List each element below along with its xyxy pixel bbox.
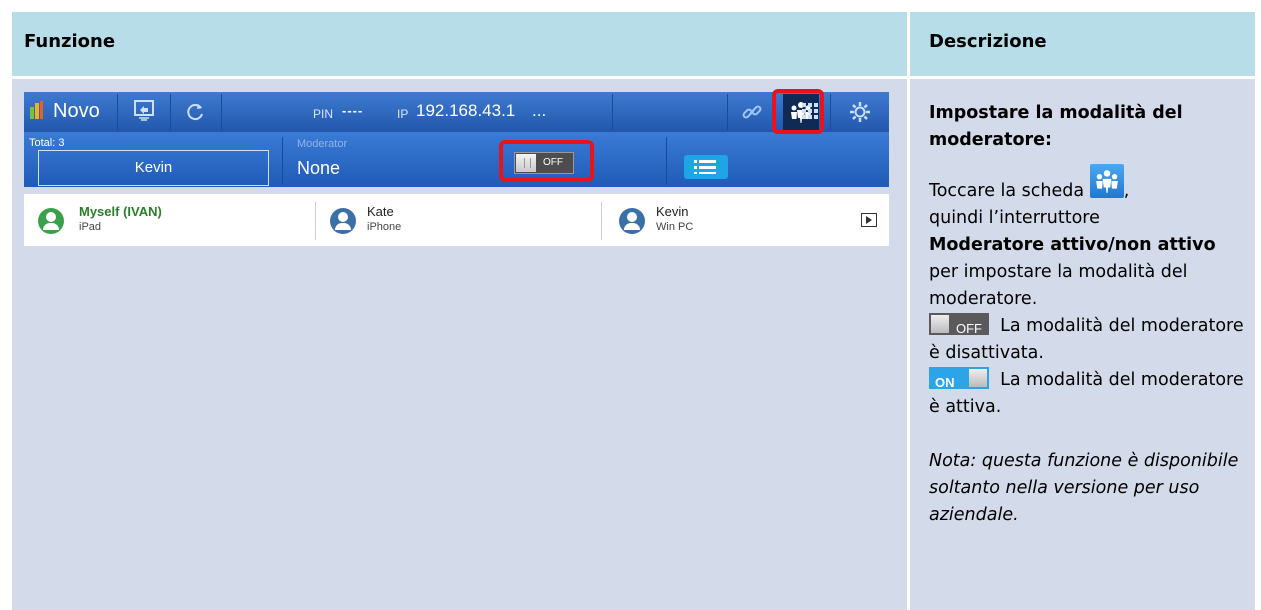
switch-name: Moderatore attivo/non attivo: [929, 235, 1216, 255]
list-icon: [694, 160, 716, 174]
header-cell-function: [12, 12, 907, 76]
description-title: Impostare la modalità del moderatore:: [929, 103, 1183, 150]
link-icon[interactable]: [741, 101, 763, 123]
ip-value: 192.168.43.1: [416, 101, 516, 120]
on-switch-icon: ON: [929, 367, 989, 390]
participant-device: iPad: [79, 221, 102, 233]
list-button[interactable]: [684, 155, 728, 179]
participant-name[interactable]: Kevin: [656, 204, 689, 219]
novo-logo-icon: [30, 101, 43, 121]
participant-device: Win PC: [656, 221, 694, 233]
present-icon[interactable]: [861, 213, 877, 227]
pin-value: ----: [342, 103, 364, 118]
ip-label: IP: [397, 107, 409, 121]
refresh-icon[interactable]: [184, 101, 206, 123]
settings-icon[interactable]: [849, 101, 871, 123]
avatar: [619, 208, 645, 234]
tap-prefix: Toccare la scheda: [929, 181, 1085, 201]
participant-list: Myself (IVAN) iPad Kate iPhone Kevin Win…: [24, 194, 889, 246]
participant-device: iPhone: [367, 221, 402, 233]
avatar: [330, 208, 356, 234]
moderator-value: None: [297, 158, 341, 178]
moderator-label: Moderator: [297, 138, 348, 150]
app-logo-text: Novo: [53, 100, 100, 122]
top-toolbar: Novo PIN ---- IP 192.168.43.1 ...: [24, 92, 889, 132]
toggle-highlight: [499, 140, 594, 182]
header-function: Funzione: [24, 31, 116, 52]
users-tab-icon: [1089, 164, 1124, 198]
participant-name[interactable]: Myself (IVAN): [79, 204, 162, 219]
off-switch-label: OFF: [956, 321, 982, 336]
app-screenshot: Novo PIN ---- IP 192.168.43.1 ... Total:…: [24, 89, 889, 263]
ip-more[interactable]: ...: [532, 101, 546, 121]
purpose-text: per impostare la modalità del moderatore…: [929, 262, 1188, 309]
participant-name[interactable]: Kate: [367, 204, 394, 219]
screen-share-icon[interactable]: [133, 99, 157, 123]
description-text: Impostare la modalità del moderatore: To…: [929, 100, 1253, 529]
pin-label: PIN: [313, 107, 334, 121]
users-tab-highlight: [772, 89, 824, 134]
then-text: quindi l’interruttore: [929, 208, 1100, 228]
on-switch-label: ON: [935, 375, 955, 390]
total-count: Total: 3: [29, 137, 65, 149]
note-text: Nota: questa funzione è disponibile solt…: [929, 451, 1239, 525]
presenter-box[interactable]: Kevin: [38, 150, 269, 186]
tap-suffix: ,: [1123, 181, 1130, 201]
off-switch-icon: OFF: [929, 313, 989, 336]
header-description: Descrizione: [929, 31, 1047, 52]
avatar: [38, 208, 64, 234]
